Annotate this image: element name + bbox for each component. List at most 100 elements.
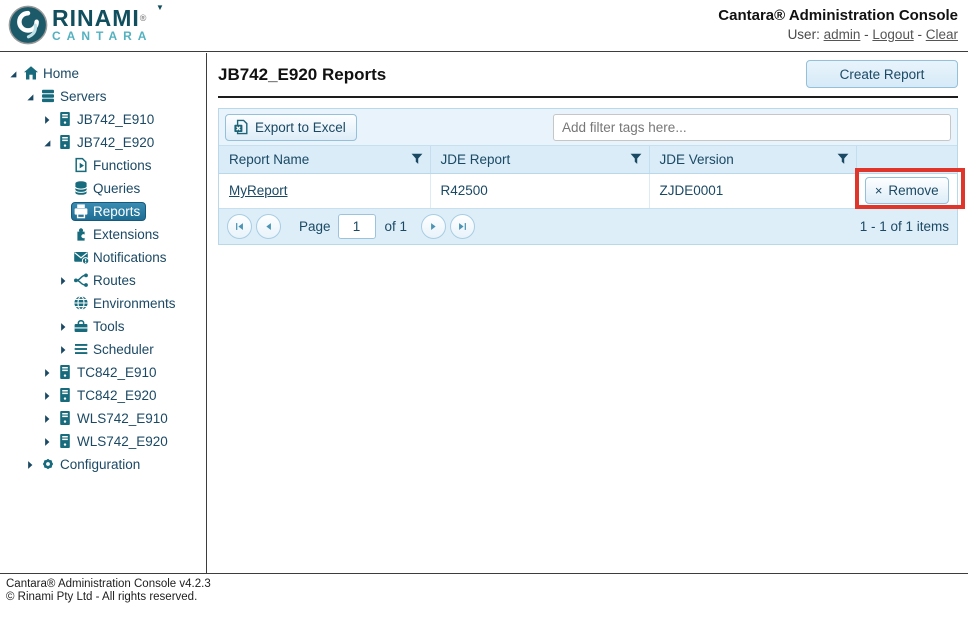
- extensions-icon: [73, 226, 90, 243]
- cell-report-name: MyReport: [219, 173, 430, 208]
- clear-link[interactable]: Clear: [926, 27, 958, 42]
- table-header-row: Report Name JDE Report JDE Version: [219, 146, 957, 173]
- tree-item-tc842-e910[interactable]: TC842_E910: [0, 361, 206, 384]
- tree-item-home[interactable]: Home: [0, 62, 206, 85]
- cell-actions: × Remove: [856, 173, 957, 208]
- server-icon: [57, 111, 74, 128]
- cell-jde-report: R42500: [430, 173, 649, 208]
- tree-item-jb742-e910[interactable]: JB742_E910: [0, 108, 206, 131]
- column-header-report-name[interactable]: Report Name: [219, 146, 430, 173]
- main-content: JB742_E920 Reports Create Report Export …: [208, 53, 968, 573]
- user-admin-link[interactable]: admin: [824, 27, 861, 42]
- title-divider: [218, 96, 958, 98]
- expand-caret-icon[interactable]: [4, 66, 21, 82]
- navigation-tree: Home Servers JB742_E910 JB742_E920 Funct…: [0, 53, 207, 573]
- notifications-icon: [73, 249, 90, 266]
- logo-accent: ▼: [156, 3, 164, 12]
- tree-item-jb742-e920[interactable]: JB742_E920: [0, 131, 206, 154]
- filter-tags-input[interactable]: [553, 114, 951, 141]
- tree-item-extensions[interactable]: Extensions: [0, 223, 206, 246]
- filter-funnel-icon[interactable]: [836, 152, 850, 166]
- expand-caret-icon[interactable]: [54, 319, 71, 335]
- tools-icon: [73, 318, 90, 335]
- logo-subbrand: CANTARA: [52, 29, 152, 43]
- expand-caret-icon[interactable]: [38, 135, 55, 151]
- export-to-excel-button[interactable]: Export to Excel: [225, 114, 357, 141]
- app-window: RINAMI® ▼ CANTARA Cantara® Administratio…: [0, 0, 968, 620]
- tree-item-scheduler[interactable]: Scheduler: [0, 338, 206, 361]
- environments-icon: [73, 295, 90, 312]
- functions-icon: [73, 157, 90, 174]
- scheduler-icon: [73, 341, 90, 358]
- queries-icon: [73, 180, 90, 197]
- reports-icon: [73, 203, 90, 220]
- excel-file-icon: [233, 119, 249, 135]
- rinami-cantara-logo: RINAMI® ▼ CANTARA: [8, 5, 152, 45]
- routes-icon: [73, 272, 90, 289]
- report-link-myreport[interactable]: MyReport: [229, 183, 288, 198]
- logout-link[interactable]: Logout: [872, 27, 913, 42]
- configuration-icon: [40, 456, 57, 473]
- top-header: RINAMI® ▼ CANTARA Cantara® Administratio…: [0, 0, 968, 52]
- page-footer: Cantara® Administration Console v4.2.3 ©…: [0, 573, 968, 620]
- expand-caret-icon[interactable]: [21, 457, 38, 473]
- rinami-swirl-icon: [8, 5, 48, 45]
- expand-caret-icon[interactable]: [38, 434, 55, 450]
- expand-caret-icon[interactable]: [21, 89, 38, 105]
- filter-funnel-icon[interactable]: [410, 152, 424, 166]
- tree-item-tools[interactable]: Tools: [0, 315, 206, 338]
- server-icon: [57, 134, 74, 151]
- page-title: JB742_E920 Reports: [218, 60, 386, 85]
- filter-funnel-icon[interactable]: [629, 152, 643, 166]
- tree-item-servers[interactable]: Servers: [0, 85, 206, 108]
- remove-x-icon: ×: [875, 183, 883, 198]
- tree-item-tc842-e920[interactable]: TC842_E920: [0, 384, 206, 407]
- next-page-button[interactable]: [421, 214, 446, 239]
- column-header-actions: [856, 146, 957, 173]
- servers-icon: [40, 88, 57, 105]
- tree-item-wls742-e920[interactable]: WLS742_E920: [0, 430, 206, 453]
- server-icon: [57, 410, 74, 427]
- tree-item-queries[interactable]: Queries: [0, 177, 206, 200]
- grid-pager: Page of 1 1 - 1 of 1 items: [219, 209, 957, 244]
- server-icon: [57, 433, 74, 450]
- user-label: User:: [788, 27, 820, 42]
- logo-brand: RINAMI®: [52, 7, 152, 29]
- tree-item-notifications[interactable]: Notifications: [0, 246, 206, 269]
- cell-jde-version: ZJDE0001: [649, 173, 856, 208]
- selected-tree-node[interactable]: Reports: [71, 202, 146, 221]
- tree-item-environments[interactable]: Environments: [0, 292, 206, 315]
- footer-version-line: Cantara® Administration Console v4.2.3: [6, 578, 968, 591]
- expand-caret-icon[interactable]: [38, 112, 55, 128]
- server-icon: [57, 387, 74, 404]
- logo-registered-mark: ®: [140, 13, 148, 23]
- table-row: MyReport R42500 ZJDE0001 × Remove: [219, 173, 957, 208]
- items-count-info: 1 - 1 of 1 items: [860, 219, 949, 234]
- reports-table: Report Name JDE Report JDE Version MyRep…: [219, 146, 957, 209]
- expand-caret-icon[interactable]: [38, 365, 55, 381]
- server-icon: [57, 364, 74, 381]
- user-bar: User: admin - Logout - Clear: [718, 27, 958, 42]
- create-report-button[interactable]: Create Report: [806, 60, 958, 88]
- column-header-jde-version[interactable]: JDE Version: [649, 146, 856, 173]
- tree-item-reports[interactable]: Reports: [0, 200, 206, 223]
- page-of-label: of 1: [385, 219, 408, 234]
- expand-caret-icon[interactable]: [38, 411, 55, 427]
- footer-copyright-line: © Rinami Pty Ltd - All rights reserved.: [6, 591, 968, 604]
- previous-page-button[interactable]: [256, 214, 281, 239]
- tree-item-wls742-e910[interactable]: WLS742_E910: [0, 407, 206, 430]
- tree-item-routes[interactable]: Routes: [0, 269, 206, 292]
- last-page-button[interactable]: [450, 214, 475, 239]
- tree-item-functions[interactable]: Functions: [0, 154, 206, 177]
- page-label: Page: [299, 219, 331, 234]
- expand-caret-icon[interactable]: [38, 388, 55, 404]
- page-number-input[interactable]: [338, 214, 376, 239]
- grid-toolbar: Export to Excel: [219, 109, 957, 146]
- first-page-button[interactable]: [227, 214, 252, 239]
- expand-caret-icon[interactable]: [54, 342, 71, 358]
- reports-grid: Export to Excel Report Name JDE Report: [218, 108, 958, 245]
- column-header-jde-report[interactable]: JDE Report: [430, 146, 649, 173]
- tree-item-configuration[interactable]: Configuration: [0, 453, 206, 476]
- expand-caret-icon[interactable]: [54, 273, 71, 289]
- remove-button[interactable]: × Remove: [865, 177, 949, 204]
